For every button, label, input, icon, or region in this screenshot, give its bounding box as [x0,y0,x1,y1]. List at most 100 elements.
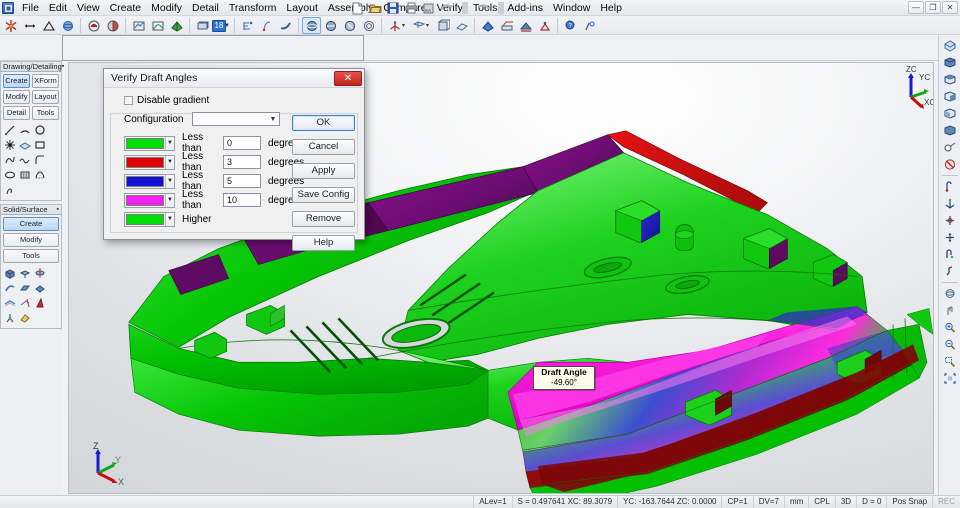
circle-tool-icon[interactable] [33,123,47,137]
shade-mode-4-icon[interactable] [359,17,378,34]
view-left-icon[interactable] [940,122,960,139]
color-dropdown-arrow-3[interactable]: ▼ [165,174,174,188]
render-object-icon[interactable] [84,17,103,34]
btn-tools-solid[interactable]: Tools [3,249,59,263]
menu-layout[interactable]: Layout [281,1,323,16]
threshold-input-1[interactable]: 0 [223,136,261,150]
btn-tools-drawing[interactable]: Tools [32,106,59,120]
undo-icon[interactable] [439,1,455,15]
color-dropdown-arrow-4[interactable]: ▼ [165,193,174,207]
color-swatch-3[interactable] [126,175,164,187]
color-picker-4[interactable]: ▼ [124,192,175,208]
btn-layout-drawing[interactable]: Layout [32,90,59,104]
whats-this-icon[interactable] [580,17,599,34]
save-as-icon[interactable]: SA [421,1,437,15]
line-tool-icon[interactable] [3,123,17,137]
open-folder-icon[interactable] [367,1,383,15]
panel-header-drawing-detailing[interactable]: Drawing/Detailing ▪ [0,61,64,72]
btn-modify-drawing[interactable]: Modify [3,90,30,104]
surface-tool-icon[interactable] [18,138,32,152]
color-dropdown-arrow-1[interactable]: ▼ [165,136,174,150]
color-shade-icon[interactable] [167,17,186,34]
color-swatch-1[interactable] [126,137,164,149]
offset-surface-icon[interactable] [3,296,17,310]
zoom-in-icon[interactable] [940,319,960,336]
axis-triad-icon[interactable] [940,195,960,212]
line-icon[interactable] [20,17,39,34]
draft-check-icon[interactable] [478,17,497,34]
dialog-title-bar[interactable]: Verify Draft Angles ✕ [104,69,364,88]
ok-button[interactable]: OK [292,115,355,131]
fillet-tool-icon[interactable] [33,153,47,167]
btn-xform-drawing[interactable]: XForm [32,74,59,88]
twist-view-icon[interactable] [940,263,960,280]
threshold-input-3[interactable]: 5 [223,174,261,188]
menu-detail[interactable]: Detail [187,1,224,16]
curve-tool-icon[interactable] [18,153,32,167]
orbit-icon[interactable] [940,285,960,302]
spline-tool-icon[interactable] [3,153,17,167]
restore-button[interactable]: ❐ [925,1,941,14]
dynamic-rotate-icon[interactable] [940,212,960,229]
threshold-input-4[interactable]: 10 [223,193,261,207]
menu-add-ins[interactable]: Add-ins [502,1,548,16]
patch-surface-icon[interactable] [18,311,32,325]
layer-dropdown-arrow[interactable]: ▼ [224,23,231,29]
color-picker-1[interactable]: ▼ [124,135,175,151]
menu-window[interactable]: Window [548,1,595,16]
shade-sphere-icon[interactable] [58,17,77,34]
panel-pin-icon-2[interactable]: ▪ [57,206,59,213]
btn-create-drawing[interactable]: Create [3,74,30,88]
extrude-solid-icon[interactable] [18,266,32,280]
cancel-button[interactable]: Cancel [292,139,355,155]
disable-gradient-checkbox[interactable] [124,96,133,105]
threshold-input-2[interactable]: 3 [223,155,261,169]
spin-view-icon[interactable] [940,246,960,263]
polyline-tool-icon[interactable] [33,168,47,182]
redo-icon[interactable] [475,1,491,15]
loft-solid-icon[interactable] [18,281,32,295]
revolve-solid-icon[interactable] [33,266,47,280]
pan-hand-icon[interactable] [940,302,960,319]
view-rotate-icon[interactable] [433,17,452,34]
point-tool-icon[interactable] [3,138,17,152]
color-swatch-2[interactable] [126,156,164,168]
color-dropdown-arrow-5[interactable]: ▼ [165,212,174,226]
minimize-button[interactable]: — [908,1,924,14]
draft-angle-icon[interactable] [33,296,47,310]
close-button[interactable]: ✕ [942,1,958,14]
triangle-icon[interactable] [39,17,58,34]
primitive-solid-icon[interactable] [33,281,47,295]
verify-draft-angles-dialog[interactable]: Verify Draft Angles ✕ Disable gradient C… [103,68,365,251]
split-surface-icon[interactable] [3,311,17,325]
trim-surface-icon[interactable] [18,296,32,310]
shade-mode-2-icon[interactable] [321,17,340,34]
menu-help[interactable]: Help [595,1,627,16]
curvature-icon[interactable] [148,17,167,34]
view-iso-icon[interactable] [940,37,960,54]
view-front-icon[interactable] [940,54,960,71]
zoom-fit-icon[interactable] [940,370,960,387]
view-back-icon[interactable] [940,105,960,122]
configuration-combobox[interactable]: ▼ [192,112,281,126]
view-right-icon[interactable] [940,88,960,105]
help-pointer-icon[interactable]: ? [561,17,580,34]
grid-tool-icon[interactable] [18,168,32,182]
remove-button[interactable]: Remove [292,211,355,227]
view-arrow-icon[interactable]: ▾ [426,22,433,29]
view-plane-icon[interactable] [452,17,471,34]
rotate-view-icon[interactable] [940,178,960,195]
print-icon[interactable] [403,1,419,15]
btn-detail-drawing[interactable]: Detail [3,106,30,120]
deviation-icon[interactable] [535,17,554,34]
shade-mode-3-icon[interactable] [340,17,359,34]
save-config-button[interactable]: Save Config [292,187,355,203]
btn-create-solid[interactable]: Create [3,217,59,231]
ellipse-tool-icon[interactable] [3,168,17,182]
sweep-solid-icon[interactable] [3,281,17,295]
color-swatch-4[interactable] [126,194,164,206]
view-named-icon[interactable] [940,139,960,156]
no-shade-icon[interactable] [940,156,960,173]
view-top-icon[interactable] [940,71,960,88]
menu-transform[interactable]: Transform [224,1,281,16]
